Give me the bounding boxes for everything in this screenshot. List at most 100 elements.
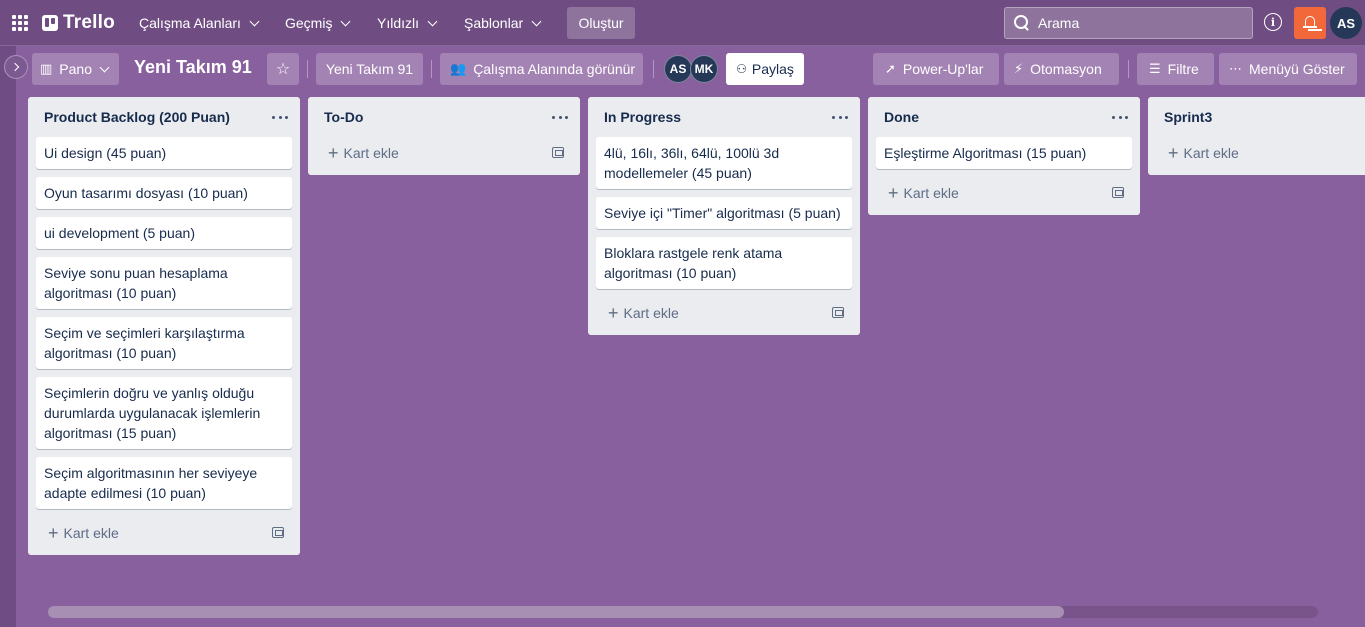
notifications-button[interactable] <box>1294 7 1326 39</box>
list-menu-icon[interactable] <box>832 109 848 125</box>
add-card-button[interactable]: + Kart ekle <box>308 137 580 169</box>
list-title: Sprint3 <box>1164 109 1213 125</box>
chevron-down-icon <box>249 16 260 26</box>
member-avatar[interactable]: AS <box>664 55 692 83</box>
app-name: Trello <box>63 12 115 33</box>
recent-label: Geçmiş <box>285 15 333 31</box>
powerups-button[interactable]: ➚ Power-Up'lar <box>873 53 999 85</box>
chevron-down-icon <box>341 16 351 26</box>
card-template-icon[interactable] <box>272 527 284 538</box>
board-view-label: Pano <box>59 61 92 77</box>
visibility-button[interactable]: 👥 Çalışma Alanında görünür <box>440 53 643 85</box>
star-board-button[interactable]: ☆ <box>267 53 299 85</box>
card[interactable]: 4lü, 16lı, 36lı, 64lü, 100lü 3d modellem… <box>596 137 852 189</box>
add-card-label: Kart ekle <box>623 305 679 321</box>
workspaces-menu[interactable]: Çalışma Alanları <box>131 9 266 37</box>
add-card-label: Kart ekle <box>1183 145 1239 161</box>
plus-icon: + <box>48 523 59 543</box>
trello-icon <box>42 15 58 31</box>
app-switcher-icon[interactable] <box>8 9 32 37</box>
card[interactable]: Bloklara rastgele renk atama algoritması… <box>596 237 852 289</box>
add-card-button[interactable]: + Kart ekle <box>1148 137 1365 169</box>
card[interactable]: Seçimlerin doğru ve yanlış olduğu duruml… <box>36 377 292 449</box>
list-menu-icon[interactable] <box>272 109 288 125</box>
chevron-down-icon <box>531 16 542 26</box>
card[interactable]: Seçim ve seçimleri karşılaştırma algorit… <box>36 317 292 369</box>
list-to-do: To-Do + Kart ekle <box>308 97 580 175</box>
list-header[interactable]: Sprint3 <box>1148 97 1365 137</box>
list-menu-icon[interactable] <box>552 109 568 125</box>
card[interactable]: Ui design (45 puan) <box>36 137 292 169</box>
starred-menu[interactable]: Yıldızlı <box>369 9 444 37</box>
list-title: Product Backlog (200 Puan) <box>44 109 230 125</box>
list-header[interactable]: In Progress <box>588 97 860 137</box>
list-menu-icon[interactable] <box>1112 109 1128 125</box>
more-icon: ⋯ <box>1229 61 1242 76</box>
search-input[interactable] <box>1038 15 1238 31</box>
add-card-button[interactable]: + Kart ekle <box>868 177 1140 209</box>
add-card-label: Kart ekle <box>343 145 399 161</box>
card-template-icon[interactable] <box>552 147 564 158</box>
workspaces-label: Çalışma Alanları <box>139 15 241 31</box>
plus-icon: + <box>608 303 619 323</box>
member-avatar[interactable]: MK <box>690 55 718 83</box>
bell-icon <box>1303 15 1317 31</box>
card-template-icon[interactable] <box>832 307 844 318</box>
card[interactable]: Seviye içi "Timer" algoritması (5 puan) <box>596 197 852 229</box>
share-label: Paylaş <box>751 61 794 77</box>
trello-logo[interactable]: Trello <box>42 11 115 35</box>
list-title: In Progress <box>604 109 682 125</box>
star-icon: ☆ <box>275 61 291 78</box>
divider <box>653 60 654 78</box>
list-header[interactable]: Done <box>868 97 1140 137</box>
card[interactable]: Seçim algoritmasının her seviyeye adapte… <box>36 457 292 509</box>
scrollbar-thumb[interactable] <box>48 606 1064 618</box>
list-header[interactable]: To-Do <box>308 97 580 137</box>
board-title[interactable]: Yeni Takım 91 <box>134 57 252 78</box>
list-header[interactable]: Product Backlog (200 Puan) <box>28 97 300 137</box>
expand-sidebar-button[interactable] <box>4 55 28 79</box>
board-view-switcher[interactable]: ▥ Pano <box>32 53 119 85</box>
divider <box>307 60 308 78</box>
share-button[interactable]: ⚇ Paylaş <box>726 53 804 85</box>
board-scrollbar[interactable] <box>48 606 1318 618</box>
chevron-right-icon <box>10 62 20 72</box>
card-template-icon[interactable] <box>1112 187 1124 198</box>
list-title: To-Do <box>324 109 364 125</box>
card[interactable]: Eşleştirme Algoritması (15 puan) <box>876 137 1132 169</box>
add-card-label: Kart ekle <box>63 525 119 541</box>
templates-menu[interactable]: Şablonlar <box>456 9 548 37</box>
automation-button[interactable]: ⚡ Otomasyon <box>1004 53 1119 85</box>
list-in-progress: In Progress 4lü, 16lı, 36lı, 64lü, 100lü… <box>588 97 860 335</box>
workspace-button[interactable]: Yeni Takım 91 <box>316 53 423 85</box>
list-sprint3: Sprint3 + Kart ekle <box>1148 97 1365 175</box>
info-icon[interactable]: i <box>1264 13 1282 31</box>
account-avatar[interactable]: AS <box>1330 7 1362 39</box>
top-header: Trello Çalışma Alanları Geçmiş Yıldızlı … <box>0 0 1365 46</box>
add-card-button[interactable]: + Kart ekle <box>588 297 860 329</box>
chevron-down-icon <box>427 16 438 26</box>
filter-icon: ☰ <box>1149 61 1161 76</box>
recent-menu[interactable]: Geçmiş <box>277 9 357 37</box>
chevron-down-icon <box>99 62 110 72</box>
add-person-icon: ⚇ <box>736 62 747 76</box>
add-card-button[interactable]: + Kart ekle <box>28 517 300 549</box>
templates-label: Şablonlar <box>464 15 524 31</box>
show-menu-button[interactable]: ⋯ Menüyü Göster <box>1219 53 1357 85</box>
lightning-icon: ⚡ <box>1014 61 1024 76</box>
filter-label: Filtre <box>1167 61 1199 77</box>
show-menu-label: Menüyü Göster <box>1249 61 1345 77</box>
starred-label: Yıldızlı <box>377 15 420 31</box>
plus-icon: + <box>1168 143 1179 163</box>
create-button[interactable]: Oluştur <box>567 7 635 39</box>
divider <box>431 60 432 78</box>
card[interactable]: Oyun tasarımı dosyası (10 puan) <box>36 177 292 209</box>
search-box[interactable] <box>1004 7 1253 39</box>
sidebar-collapsed <box>0 46 16 627</box>
card[interactable]: ui development (5 puan) <box>36 217 292 249</box>
filter-button[interactable]: ☰ Filtre <box>1137 53 1214 85</box>
card[interactable]: Seviye sonu puan hesaplama algoritması (… <box>36 257 292 309</box>
powerups-label: Power-Up'lar <box>902 61 984 77</box>
visibility-label: Çalışma Alanında görünür <box>473 61 636 77</box>
add-card-label: Kart ekle <box>903 185 959 201</box>
